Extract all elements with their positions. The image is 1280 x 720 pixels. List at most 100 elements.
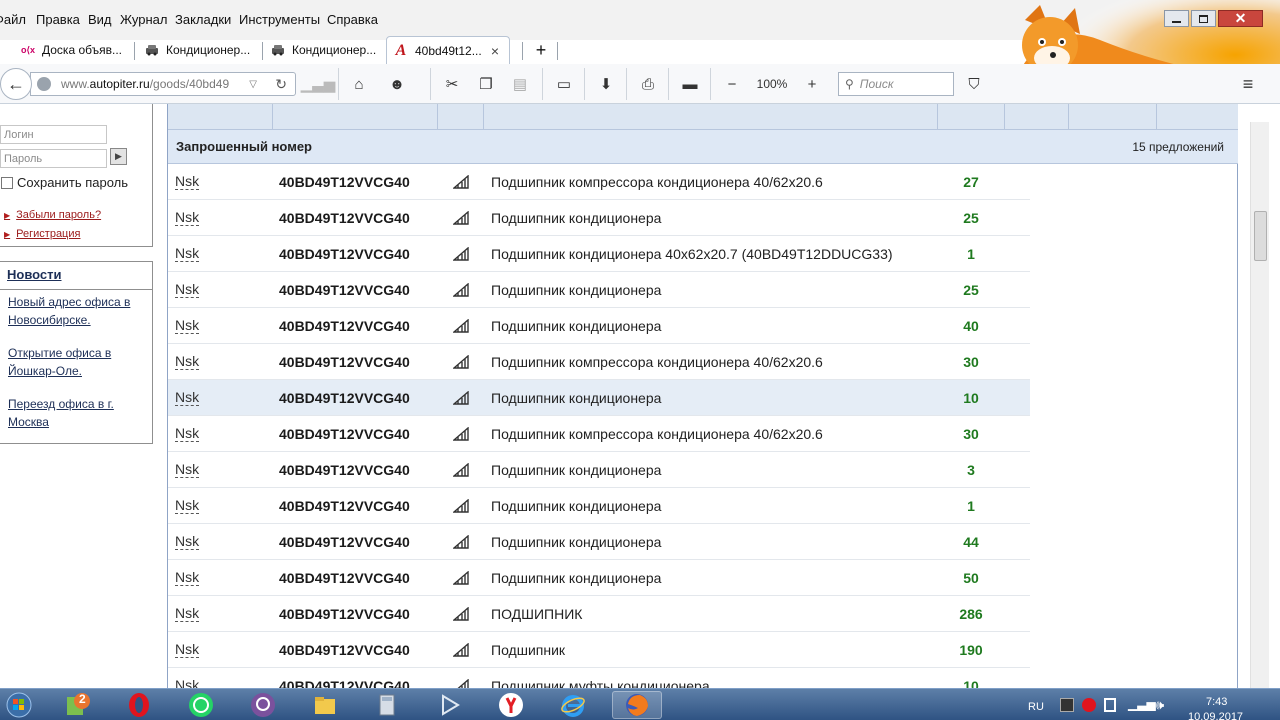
- taskbar-app-calculator[interactable]: [372, 691, 402, 719]
- availability-signal-icon[interactable]: [453, 678, 469, 689]
- new-tab-button[interactable]: +: [528, 36, 554, 64]
- brand-link[interactable]: Nsk: [175, 425, 200, 442]
- table-row[interactable]: Nsk 40BD49T12VVCG40 Подшипник 190: [168, 632, 1030, 668]
- restore-button[interactable]: [1191, 10, 1216, 27]
- search-input[interactable]: ⚲ Поиск: [838, 72, 954, 96]
- tray-app-icon[interactable]: [1060, 698, 1074, 712]
- brand-link[interactable]: Nsk: [175, 677, 199, 688]
- brand-link[interactable]: Nsk: [175, 353, 200, 370]
- taskbar-app-viber[interactable]: [248, 691, 278, 719]
- taskbar-app-ie[interactable]: [558, 691, 588, 719]
- start-button[interactable]: [4, 691, 34, 719]
- availability-signal-icon[interactable]: [453, 318, 469, 333]
- menu-history[interactable]: Журнал: [120, 12, 167, 27]
- menu-bookmarks[interactable]: Закладки: [175, 12, 231, 27]
- taskbar-app-opera[interactable]: [124, 691, 154, 719]
- clock-time[interactable]: 7:43: [1206, 696, 1227, 708]
- table-row[interactable]: Nsk 40BD49T12VVCG40 Подшипник компрессора …: [168, 344, 1030, 380]
- availability-signal-icon[interactable]: [453, 642, 469, 657]
- menu-edit[interactable]: Правка: [36, 12, 80, 27]
- brand-link[interactable]: Nsk: [175, 461, 200, 478]
- table-row[interactable]: Nsk 40BD49T12VVCG40 Подшипник кондиционера…: [168, 200, 1030, 236]
- taskbar-app-media[interactable]: [434, 691, 464, 719]
- taskbar-app-whatsapp[interactable]: [186, 691, 216, 719]
- availability-signal-icon[interactable]: [453, 354, 469, 369]
- print-button[interactable]: ⎙: [636, 72, 660, 96]
- table-row[interactable]: Nsk 40BD49T12VVCG40 Подшипник кондиционера…: [168, 524, 1030, 560]
- cut-button[interactable]: ✂: [440, 72, 464, 96]
- brand-link[interactable]: Nsk: [175, 317, 200, 334]
- zoom-out-button[interactable]: −: [720, 72, 744, 96]
- save-password-checkbox[interactable]: [1, 176, 13, 189]
- taskbar-app-notes[interactable]: 2: [62, 691, 92, 719]
- menu-tools[interactable]: Инструменты: [239, 12, 320, 27]
- availability-signal-icon[interactable]: [453, 246, 469, 261]
- tab-olx[interactable]: o⟨x Доска объяв...: [14, 36, 132, 64]
- brand-link[interactable]: Nsk: [175, 605, 200, 622]
- tab-conditioner-1[interactable]: Кондиционер...: [138, 36, 260, 64]
- clock-date[interactable]: 10.09.2017: [1188, 711, 1243, 720]
- taskbar-app-yandex[interactable]: [496, 691, 526, 719]
- brand-link[interactable]: Nsk: [175, 497, 200, 514]
- open-file-button[interactable]: ▬: [678, 72, 702, 96]
- table-row[interactable]: Nsk 40BD49T12VVCG40 Подшипник кондиционера…: [168, 272, 1030, 308]
- reload-icon[interactable]: ↻: [275, 76, 287, 93]
- availability-signal-icon[interactable]: [453, 606, 469, 621]
- zoom-in-button[interactable]: +: [800, 72, 824, 96]
- tray-clipboard-icon[interactable]: [1104, 698, 1116, 712]
- news-item-link[interactable]: Открытие офиса в Йошкар-Оле.: [2, 344, 142, 380]
- availability-signal-icon[interactable]: [453, 174, 469, 189]
- availability-signal-icon[interactable]: [453, 534, 469, 549]
- news-item[interactable]: Новый адрес офиса в Новосибирске.: [2, 293, 142, 329]
- login-field[interactable]: Логин: [0, 125, 107, 144]
- table-row[interactable]: Nsk 40BD49T12VVCG40 Подшипник кондиционера…: [168, 560, 1030, 596]
- smiley-button[interactable]: ☻: [384, 72, 410, 96]
- table-row[interactable]: Nsk 40BD49T12VVCG40 Подшипник компрессора …: [168, 416, 1030, 452]
- table-row[interactable]: Nsk 40BD49T12VVCG40 Подшипник муфты кондиц…: [168, 668, 1030, 688]
- copy-button[interactable]: ❐: [474, 72, 498, 96]
- availability-signal-icon[interactable]: [453, 498, 469, 513]
- tray-opera-icon[interactable]: [1082, 698, 1096, 712]
- tab-close-button[interactable]: ×: [491, 43, 499, 59]
- close-window-button[interactable]: ✕: [1218, 10, 1263, 27]
- brand-link[interactable]: Nsk: [175, 245, 200, 262]
- url-bar[interactable]: www. autopiter.ru/goods/40bd49 ▽ ↻: [30, 72, 296, 96]
- downloads-button[interactable]: ⬇: [594, 72, 618, 96]
- password-field[interactable]: Пароль: [0, 149, 107, 168]
- login-submit-button[interactable]: ▶: [110, 148, 127, 165]
- menu-help[interactable]: Справка: [327, 12, 378, 27]
- brand-link[interactable]: Nsk: [175, 281, 200, 298]
- dropdown-arrow-icon[interactable]: ▽: [249, 79, 257, 90]
- zoom-level[interactable]: 100%: [752, 72, 792, 96]
- brand-link[interactable]: Nsk: [175, 569, 200, 586]
- save-password-checkbox-row[interactable]: Сохранить пароль: [1, 175, 128, 190]
- brand-link[interactable]: Nsk: [175, 533, 200, 550]
- brand-link[interactable]: Nsk: [175, 641, 200, 658]
- news-title[interactable]: Новости: [7, 267, 62, 282]
- table-row[interactable]: Nsk 40BD49T12VVCG40 Подшипник компрессора …: [168, 164, 1030, 200]
- table-row[interactable]: Nsk 40BD49T12VVCG40 ПОДШИПНИК 286: [168, 596, 1030, 632]
- table-row[interactable]: Nsk 40BD49T12VVCG40 Подшипник кондиционера…: [168, 488, 1030, 524]
- availability-signal-icon[interactable]: [453, 462, 469, 477]
- tab-conditioner-2[interactable]: Кондиционер...: [264, 36, 386, 64]
- news-item[interactable]: Открытие офиса в Йошкар-Оле.: [2, 344, 142, 380]
- brand-link[interactable]: Nsk: [175, 173, 200, 190]
- availability-signal-icon[interactable]: [453, 390, 469, 405]
- menu-view[interactable]: Вид: [88, 12, 112, 27]
- news-item-link[interactable]: Новый адрес офиса в Новосибирске.: [2, 293, 142, 329]
- brand-link[interactable]: Nsk: [175, 209, 200, 226]
- vertical-scrollbar[interactable]: [1250, 122, 1269, 688]
- table-row[interactable]: Nsk 40BD49T12VVCG40 Подшипник кондиционера…: [168, 236, 1030, 272]
- minimize-button[interactable]: [1164, 10, 1189, 27]
- news-item-link[interactable]: Переезд офиса в г. Москва: [2, 395, 142, 431]
- table-row[interactable]: Nsk 40BD49T12VVCG40 Подшипник кондиционера…: [168, 308, 1030, 344]
- language-indicator[interactable]: RU: [1028, 701, 1044, 713]
- availability-signal-icon[interactable]: [453, 570, 469, 585]
- home-button[interactable]: ⌂: [346, 72, 372, 96]
- table-row[interactable]: Nsk 40BD49T12VVCG40 Подшипник кондиционера…: [168, 380, 1030, 416]
- availability-signal-icon[interactable]: [453, 282, 469, 297]
- paste-button[interactable]: ▤: [508, 72, 532, 96]
- taskbar-app-explorer[interactable]: [310, 691, 340, 719]
- table-row[interactable]: Nsk 40BD49T12VVCG40 Подшипник кондиционера…: [168, 452, 1030, 488]
- back-button[interactable]: ←: [0, 68, 32, 100]
